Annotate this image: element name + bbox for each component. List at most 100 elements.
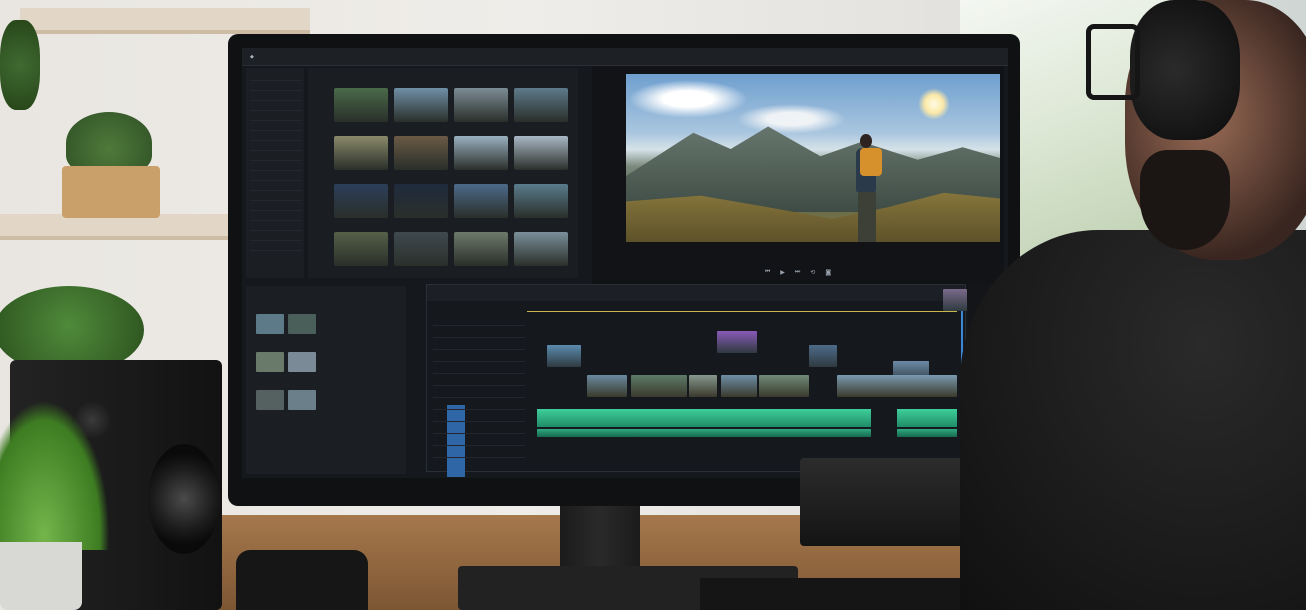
video-clip[interactable] [587,375,627,397]
video-clip[interactable] [809,345,837,367]
project-row[interactable] [250,144,302,151]
potted-plant-shelf [66,112,152,174]
track-header[interactable] [433,411,525,422]
project-row[interactable] [250,234,302,241]
project-row[interactable] [250,124,302,131]
track-controls [427,315,527,477]
app-logo-icon[interactable]: ◆ [250,54,254,60]
bin-thumbnail[interactable] [256,314,284,334]
speaker-woofer [148,444,220,554]
track-header[interactable] [433,327,525,338]
media-thumbnail[interactable] [514,184,568,218]
project-row[interactable] [250,184,302,191]
keyboard [700,578,970,610]
media-thumbnail[interactable] [334,88,388,122]
planter-box [62,166,160,218]
thumbnail-label [454,220,510,225]
project-row[interactable] [250,174,302,181]
program-video-frame[interactable] [626,74,1000,242]
hiker-figure [848,134,882,242]
sun [918,88,950,120]
media-thumbnail[interactable] [394,232,448,266]
media-thumbnail[interactable] [514,232,568,266]
project-row[interactable] [250,164,302,171]
media-thumbnail[interactable] [514,88,568,122]
video-clip[interactable] [837,375,957,397]
hiker-head [860,134,872,148]
timeline-ruler[interactable] [527,303,957,312]
project-row[interactable] [250,104,302,111]
app-menu-bar: ◆ [242,48,1008,66]
bin-panel [246,286,406,474]
video-clip[interactable] [759,375,809,397]
plant-top-left [0,20,40,110]
editing-app-screen: ◆ ⏮ ▶ ⏭ ⟲ ◙ [242,48,1008,478]
project-row[interactable] [250,74,302,81]
project-row[interactable] [250,224,302,231]
media-thumbnail[interactable] [454,88,508,122]
camera-icon[interactable]: ◙ [825,269,831,276]
track-header[interactable] [433,315,525,326]
video-clip[interactable] [943,289,967,311]
project-row[interactable] [250,84,302,91]
video-clip[interactable] [631,375,687,397]
eyeglasses [1086,24,1140,100]
thumbnail-label [334,124,390,129]
video-clip[interactable] [689,375,717,397]
media-thumbnail[interactable] [454,184,508,218]
project-row[interactable] [250,244,302,251]
media-thumbnail[interactable] [514,136,568,170]
media-thumbnail[interactable] [454,232,508,266]
track-header[interactable] [433,399,525,410]
track-header[interactable] [433,423,525,434]
play-icon[interactable]: ▶ [780,269,785,276]
track-header[interactable] [433,447,525,458]
thumbnail-label [394,124,450,129]
track-header[interactable] [433,435,525,446]
project-row[interactable] [250,154,302,161]
media-browser-panel [308,68,578,278]
project-row[interactable] [250,214,302,221]
spiky-plant [0,400,110,550]
thumbnail-label [334,172,390,177]
project-row[interactable] [250,94,302,101]
media-thumbnail[interactable] [454,136,508,170]
cloud [736,104,846,134]
media-thumbnail[interactable] [334,232,388,266]
timeline-header [427,285,965,301]
step-forward-icon[interactable]: ⏭ [795,268,800,276]
project-row[interactable] [250,194,302,201]
video-clip[interactable] [721,375,757,397]
bin-thumbnail[interactable] [256,352,284,372]
video-clip[interactable] [717,331,757,353]
bin-thumbnail[interactable] [288,390,316,410]
track-header[interactable] [433,351,525,362]
thumbnail-label [514,220,570,225]
bin-thumbnail[interactable] [288,352,316,372]
media-thumbnail[interactable] [394,136,448,170]
track-header[interactable] [433,375,525,386]
project-panel [246,68,304,278]
bin-thumbnail[interactable] [288,314,316,334]
project-row[interactable] [250,204,302,211]
bin-thumbnail[interactable] [256,390,284,410]
thumbnail-label [394,268,450,273]
loop-icon[interactable]: ⟲ [810,269,815,276]
timeline-panel [426,284,967,477]
video-clip[interactable] [547,345,581,367]
media-thumbnail[interactable] [394,88,448,122]
step-back-icon[interactable]: ⏮ [765,268,770,276]
person-beard [1140,150,1230,250]
media-thumbnail[interactable] [334,184,388,218]
thumbnail-label [394,172,450,177]
track-header[interactable] [433,363,525,374]
media-thumbnail[interactable] [334,136,388,170]
media-thumbnail[interactable] [394,184,448,218]
project-row[interactable] [250,134,302,141]
thumbnail-label [454,172,510,177]
thumbnail-label [334,220,390,225]
track-header[interactable] [433,339,525,350]
track-header[interactable] [433,387,525,398]
project-row[interactable] [250,114,302,121]
thumbnail-label [514,172,570,177]
